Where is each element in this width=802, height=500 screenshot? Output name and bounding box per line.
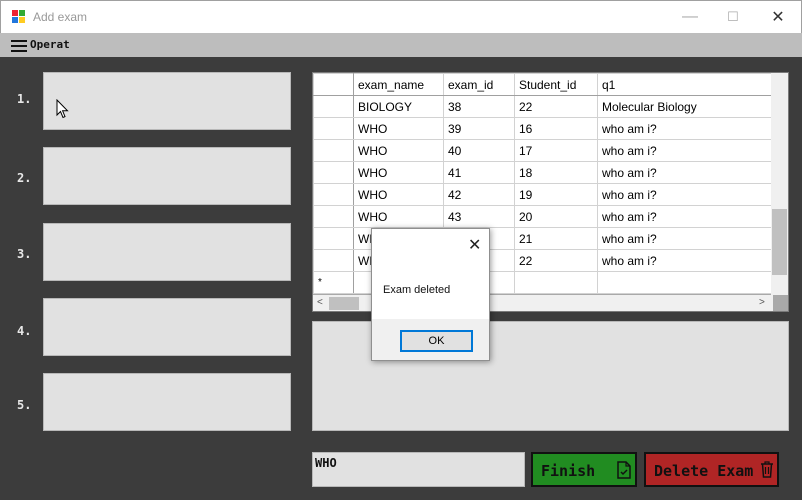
answer-number-5: 5. bbox=[17, 398, 32, 412]
cell-exam-name[interactable]: WHO bbox=[353, 139, 444, 162]
hamburger-icon[interactable] bbox=[11, 40, 27, 52]
cell-q1[interactable]: who am i? bbox=[597, 161, 774, 184]
cell-exam-id[interactable]: 43 bbox=[443, 205, 515, 228]
minimize-button[interactable]: — bbox=[667, 1, 713, 33]
cell-exam-name[interactable]: WHO bbox=[353, 161, 444, 184]
table-row[interactable]: WHO 43 20 who am i? bbox=[313, 205, 774, 228]
title-bar: Add exam — ☐ ✕ bbox=[0, 0, 802, 33]
vertical-scrollbar[interactable] bbox=[771, 73, 788, 295]
answer-box-2[interactable] bbox=[43, 147, 291, 205]
row-header[interactable] bbox=[313, 95, 354, 118]
cell-exam-id[interactable]: 42 bbox=[443, 183, 515, 206]
menu-operat[interactable]: Operat bbox=[30, 38, 70, 51]
mouse-cursor-icon bbox=[56, 99, 69, 119]
dialog-close-button[interactable]: ✕ bbox=[468, 235, 481, 255]
cell-q1[interactable]: who am i? bbox=[597, 117, 774, 140]
cell-exam-name[interactable]: WHO bbox=[353, 183, 444, 206]
answer-number-3: 3. bbox=[17, 247, 32, 261]
trash-icon bbox=[761, 461, 773, 478]
answer-box-4[interactable] bbox=[43, 298, 291, 356]
answer-number-2: 2. bbox=[17, 171, 32, 185]
finish-button-label: Finish bbox=[541, 462, 596, 480]
cell-q1[interactable]: Molecular Biology bbox=[597, 95, 774, 118]
finish-button[interactable]: Finish bbox=[531, 452, 637, 487]
cell-q1[interactable]: who am i? bbox=[597, 139, 774, 162]
scroll-left-arrow[interactable]: < bbox=[317, 297, 323, 308]
column-header-exam-name[interactable]: exam_name bbox=[353, 73, 444, 96]
window-title: Add exam bbox=[33, 10, 88, 24]
new-row-cell[interactable] bbox=[514, 271, 598, 294]
cell-exam-id[interactable]: 41 bbox=[443, 161, 515, 184]
exam-name-field[interactable]: WHO bbox=[312, 452, 525, 487]
column-header-exam-id[interactable]: exam_id bbox=[443, 73, 515, 96]
vertical-scroll-thumb[interactable] bbox=[772, 209, 787, 275]
cell-student-id[interactable]: 22 bbox=[514, 95, 598, 118]
row-header[interactable] bbox=[313, 139, 354, 162]
cell-student-id[interactable]: 18 bbox=[514, 161, 598, 184]
cell-student-id[interactable]: 19 bbox=[514, 183, 598, 206]
table-row[interactable]: WHO 42 19 who am i? bbox=[313, 183, 774, 206]
cell-q1[interactable]: who am i? bbox=[597, 249, 774, 272]
row-header[interactable] bbox=[313, 183, 354, 206]
cell-student-id[interactable]: 17 bbox=[514, 139, 598, 162]
grid-header-row: exam_name exam_id Student_id q1 bbox=[313, 73, 774, 96]
horizontal-scroll-thumb[interactable] bbox=[329, 297, 359, 310]
new-row-cell[interactable] bbox=[597, 271, 774, 294]
scroll-right-arrow[interactable]: > bbox=[759, 297, 765, 308]
cell-q1[interactable]: who am i? bbox=[597, 227, 774, 250]
table-row[interactable]: BIOLOGY 38 22 Molecular Biology bbox=[313, 95, 774, 118]
answer-number-4: 4. bbox=[17, 324, 32, 338]
cell-exam-id[interactable]: 40 bbox=[443, 139, 515, 162]
table-row[interactable]: WHO 41 18 who am i? bbox=[313, 161, 774, 184]
column-header-q1[interactable]: q1 bbox=[597, 73, 774, 96]
row-header[interactable] bbox=[313, 161, 354, 184]
answer-number-1: 1. bbox=[17, 92, 32, 106]
new-row-marker: * bbox=[313, 271, 354, 294]
cell-q1[interactable]: who am i? bbox=[597, 183, 774, 206]
cell-q1[interactable]: who am i? bbox=[597, 205, 774, 228]
cell-exam-id[interactable]: 39 bbox=[443, 117, 515, 140]
answer-box-3[interactable] bbox=[43, 223, 291, 281]
cell-student-id[interactable]: 21 bbox=[514, 227, 598, 250]
cell-exam-name[interactable]: WHO bbox=[353, 117, 444, 140]
dialog-ok-button[interactable]: OK bbox=[400, 330, 473, 352]
dialog-message: Exam deleted bbox=[383, 284, 451, 296]
cell-student-id[interactable]: 20 bbox=[514, 205, 598, 228]
delete-exam-button[interactable]: Delete Exam bbox=[644, 452, 779, 487]
row-header-corner bbox=[313, 73, 354, 96]
menu-bar: Operat bbox=[0, 33, 802, 57]
message-dialog: ✕ Exam deleted OK bbox=[371, 228, 490, 361]
row-header[interactable] bbox=[313, 249, 354, 272]
dialog-content: ✕ Exam deleted bbox=[372, 229, 489, 319]
document-check-icon bbox=[617, 461, 631, 479]
column-header-student-id[interactable]: Student_id bbox=[514, 73, 598, 96]
app-icon bbox=[12, 10, 26, 24]
delete-exam-button-label: Delete Exam bbox=[654, 462, 754, 480]
close-button[interactable]: ✕ bbox=[755, 1, 801, 33]
answer-box-5[interactable] bbox=[43, 373, 291, 431]
cell-exam-name[interactable]: WHO bbox=[353, 205, 444, 228]
answer-box-1[interactable] bbox=[43, 72, 291, 130]
cell-exam-id[interactable]: 38 bbox=[443, 95, 515, 118]
table-row[interactable]: WHO 39 16 who am i? bbox=[313, 117, 774, 140]
row-header[interactable] bbox=[313, 205, 354, 228]
cell-exam-name[interactable]: BIOLOGY bbox=[353, 95, 444, 118]
row-header[interactable] bbox=[313, 117, 354, 140]
cell-student-id[interactable]: 16 bbox=[514, 117, 598, 140]
cell-student-id[interactable]: 22 bbox=[514, 249, 598, 272]
maximize-button[interactable]: ☐ bbox=[710, 1, 756, 33]
table-row[interactable]: WHO 40 17 who am i? bbox=[313, 139, 774, 162]
row-header[interactable] bbox=[313, 227, 354, 250]
